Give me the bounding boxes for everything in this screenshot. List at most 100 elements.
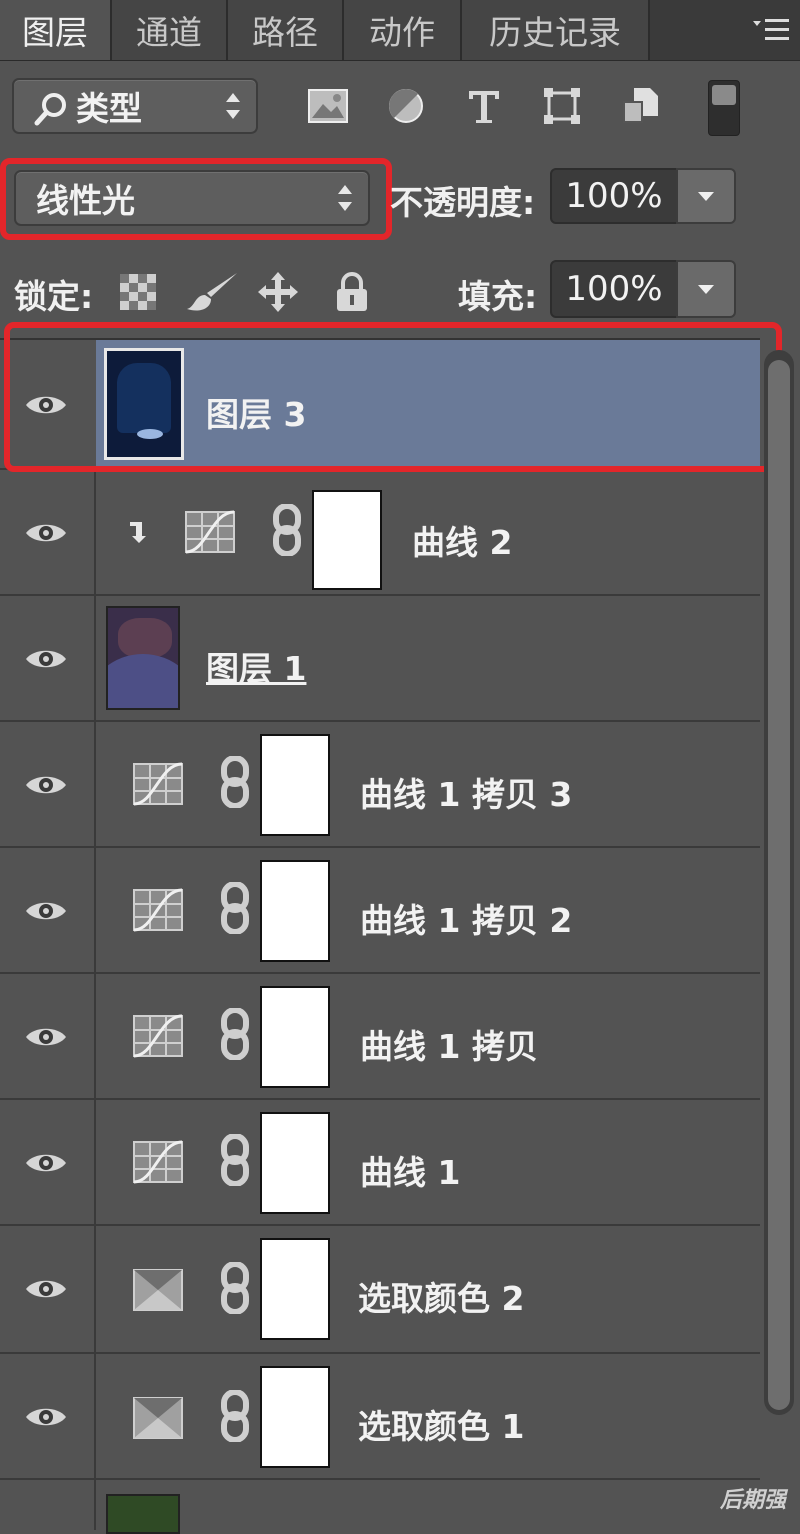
opacity-dropdown-button[interactable] [676, 168, 736, 224]
layer-mask-thumbnail[interactable] [260, 1366, 330, 1468]
tab-paths[interactable]: 路径 [228, 0, 344, 60]
layer-name[interactable]: 选取颜色 1 [358, 1400, 524, 1448]
link-chain-icon[interactable] [220, 1390, 250, 1442]
layer-name[interactable]: 图层 1 [206, 642, 306, 690]
eye-icon[interactable] [24, 646, 68, 672]
fill-input[interactable]: 100% [550, 260, 678, 318]
visibility-column [0, 1100, 96, 1224]
visibility-column [0, 974, 96, 1098]
link-chain-icon[interactable] [220, 1262, 250, 1314]
opacity-input[interactable]: 100% [550, 168, 678, 224]
visibility-column [0, 470, 96, 594]
panel-menu-icon[interactable] [742, 0, 800, 60]
selective-color-adjustment-icon [133, 1269, 183, 1311]
layer-name[interactable]: 曲线 1 拷贝 [360, 1020, 538, 1068]
lock-transparent-pixels-icon[interactable] [116, 270, 160, 314]
curves-adjustment-icon [133, 762, 183, 806]
curves-adjustment-icon [133, 888, 183, 932]
link-chain-icon[interactable] [272, 504, 302, 556]
layer-row[interactable]: 图层 1 [0, 596, 760, 722]
layer-mask-thumbnail[interactable] [260, 860, 330, 962]
layer-row[interactable]: 曲线 1 拷贝 2 [0, 848, 760, 974]
eye-icon[interactable] [24, 1276, 68, 1302]
layer-name[interactable]: 曲线 1 拷贝 2 [360, 894, 572, 942]
selected-row-highlight [96, 340, 760, 470]
selective-color-adjustment-icon [133, 1397, 183, 1439]
layer-name[interactable]: 图层 3 [206, 388, 306, 436]
layer-row[interactable]: 图层 3 [0, 340, 760, 470]
lock-image-pixels-icon[interactable] [184, 270, 240, 314]
layer-mask-thumbnail[interactable] [260, 1238, 330, 1340]
type-filter-icon[interactable] [460, 82, 508, 130]
tab-history[interactable]: 历史记录 [462, 0, 650, 60]
filter-type-label: 类型 [76, 89, 142, 128]
adjustment-filter-icon[interactable] [382, 82, 430, 130]
image-filter-icon[interactable] [304, 82, 352, 130]
layer-mask-thumbnail[interactable] [312, 490, 382, 590]
lock-label: 锁定: [14, 277, 94, 316]
lock-all-icon[interactable] [330, 270, 374, 314]
eye-icon[interactable] [24, 520, 68, 546]
layer-mask-thumbnail[interactable] [260, 1112, 330, 1214]
layer-row[interactable] [0, 1480, 760, 1534]
layer-row[interactable]: 曲线 1 [0, 1100, 760, 1226]
clipping-arrow-icon [130, 522, 146, 543]
tab-layers[interactable]: 图层 [0, 0, 112, 60]
visibility-column [0, 848, 96, 972]
eye-icon[interactable] [24, 392, 68, 418]
layer-mask-thumbnail[interactable] [260, 986, 330, 1088]
updown-arrows-icon [226, 93, 240, 119]
link-chain-icon[interactable] [220, 1008, 250, 1060]
link-chain-icon[interactable] [220, 882, 250, 934]
link-chain-icon[interactable] [220, 1134, 250, 1186]
opacity-label: 不透明度: [390, 183, 536, 222]
layer-row[interactable]: 曲线 2 [0, 470, 760, 596]
eye-icon[interactable] [24, 772, 68, 798]
visibility-column [0, 1354, 96, 1478]
tab-actions[interactable]: 动作 [344, 0, 462, 60]
tab-channels[interactable]: 通道 [112, 0, 228, 60]
link-chain-icon[interactable] [220, 756, 250, 808]
eye-icon[interactable] [24, 1404, 68, 1430]
layer-name[interactable]: 选取颜色 2 [358, 1272, 524, 1320]
curves-adjustment-icon [185, 510, 235, 554]
shape-filter-icon[interactable] [538, 82, 586, 130]
chevron-down-icon [698, 191, 714, 201]
layers-list: 图层 3 曲线 2 图层 1 曲线 1 拷贝 3 曲线 1 拷贝 2 曲线 1 … [0, 338, 760, 1534]
eye-icon[interactable] [24, 1150, 68, 1176]
blend-mode-select[interactable]: 线性光 [14, 170, 370, 226]
layer-row[interactable]: 选取颜色 1 [0, 1354, 760, 1480]
filter-type-select[interactable]: 类型 [12, 78, 258, 134]
fill-label: 填充: [458, 277, 538, 316]
layer-thumbnail [106, 1494, 180, 1534]
filter-toggle-switch[interactable] [708, 80, 740, 136]
layer-thumbnail [106, 606, 180, 710]
panel-tab-bar: 图层 通道 路径 动作 历史记录 [0, 0, 800, 61]
visibility-column [0, 1480, 96, 1530]
layer-row[interactable]: 曲线 1 拷贝 3 [0, 722, 760, 848]
visibility-column [0, 722, 96, 846]
layer-row[interactable]: 曲线 1 拷贝 [0, 974, 760, 1100]
scrollbar-thumb[interactable] [768, 360, 790, 1410]
updown-arrows-icon [338, 185, 352, 211]
search-icon [34, 92, 68, 130]
eye-icon[interactable] [24, 1024, 68, 1050]
smart-object-filter-icon[interactable] [616, 82, 664, 130]
chevron-down-icon [698, 284, 714, 294]
layer-name[interactable]: 曲线 2 [412, 516, 512, 564]
layer-mask-thumbnail[interactable] [260, 734, 330, 836]
visibility-column [0, 340, 96, 468]
visibility-column [0, 596, 96, 720]
layer-name[interactable]: 曲线 1 拷贝 3 [360, 768, 572, 816]
layer-name[interactable]: 曲线 1 [360, 1146, 460, 1194]
watermark-text: 后期强 [719, 1488, 786, 1513]
lock-position-icon[interactable] [256, 270, 300, 314]
layer-row[interactable]: 选取颜色 2 [0, 1226, 760, 1354]
curves-adjustment-icon [133, 1014, 183, 1058]
visibility-column [0, 1226, 96, 1352]
curves-adjustment-icon [133, 1140, 183, 1184]
eye-icon[interactable] [24, 898, 68, 924]
layer-thumbnail [104, 348, 184, 460]
fill-dropdown-button[interactable] [676, 260, 736, 318]
blend-mode-value: 线性光 [36, 181, 135, 220]
